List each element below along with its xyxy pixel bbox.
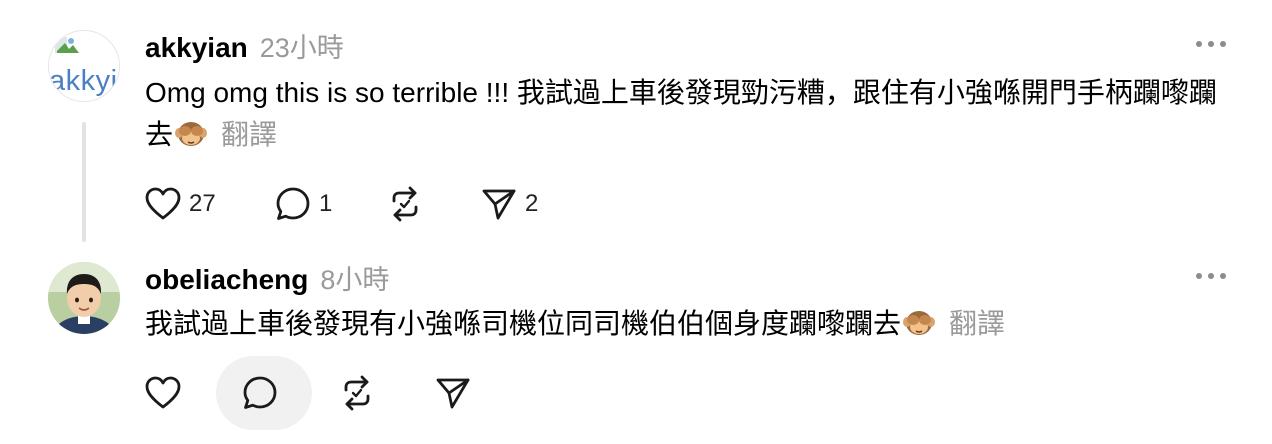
repost-icon bbox=[392, 186, 418, 222]
translate-link[interactable]: 翻譯 bbox=[221, 119, 277, 150]
comment-text-block: 我試過上車後發現有小強喺司機位同司機伯伯個身度躝嚟躝去 翻譯 bbox=[145, 303, 1235, 345]
more-options-icon[interactable] bbox=[1196, 269, 1226, 283]
profile-photo bbox=[48, 262, 120, 334]
like-button[interactable] bbox=[145, 371, 189, 415]
avatar-alt-text: akkyi bbox=[49, 65, 118, 97]
timestamp[interactable]: 8小時 bbox=[320, 258, 389, 297]
reply-count: 1 bbox=[319, 190, 333, 217]
reply-button[interactable] bbox=[242, 371, 286, 415]
reply-button[interactable]: 1 bbox=[275, 182, 332, 226]
share-button[interactable] bbox=[435, 371, 479, 415]
like-count: 27 bbox=[189, 190, 216, 217]
heart-icon bbox=[145, 376, 181, 409]
comment-text-block: Omg omg this is so terrible !!! 我試過上車後發現… bbox=[145, 72, 1235, 156]
translate-link[interactable]: 翻譯 bbox=[949, 308, 1005, 339]
comment-text: 我試過上車後發現有小強喺司機位同司機伯伯個身度躝嚟躝去 bbox=[145, 308, 902, 339]
see-no-evil-monkey-icon bbox=[903, 311, 936, 335]
more-options-icon[interactable] bbox=[1196, 37, 1226, 51]
thread-line bbox=[82, 122, 86, 242]
comment-text: Omg omg this is so terrible !!! 我試過上車後發現… bbox=[145, 77, 1217, 150]
comment-bubble-icon bbox=[276, 187, 310, 220]
comment-header: obeliacheng 8小時 bbox=[145, 258, 389, 298]
share-count: 2 bbox=[525, 190, 539, 217]
comment-header: akkyian 23小時 bbox=[145, 26, 344, 66]
username[interactable]: obeliacheng bbox=[145, 264, 308, 296]
repost-icon bbox=[344, 375, 370, 411]
comment-bubble-icon bbox=[243, 376, 277, 409]
see-no-evil-monkey-icon bbox=[175, 122, 208, 146]
repost-button[interactable] bbox=[337, 371, 385, 415]
send-icon bbox=[436, 378, 470, 409]
send-icon bbox=[482, 189, 516, 220]
repost-button[interactable] bbox=[385, 182, 433, 226]
avatar[interactable] bbox=[48, 262, 120, 334]
heart-icon bbox=[145, 187, 181, 220]
username[interactable]: akkyian bbox=[145, 32, 248, 64]
like-button[interactable]: 27 bbox=[145, 182, 216, 226]
avatar[interactable]: akkyi bbox=[48, 30, 120, 102]
share-button[interactable]: 2 bbox=[481, 182, 538, 226]
timestamp[interactable]: 23小時 bbox=[260, 26, 344, 65]
